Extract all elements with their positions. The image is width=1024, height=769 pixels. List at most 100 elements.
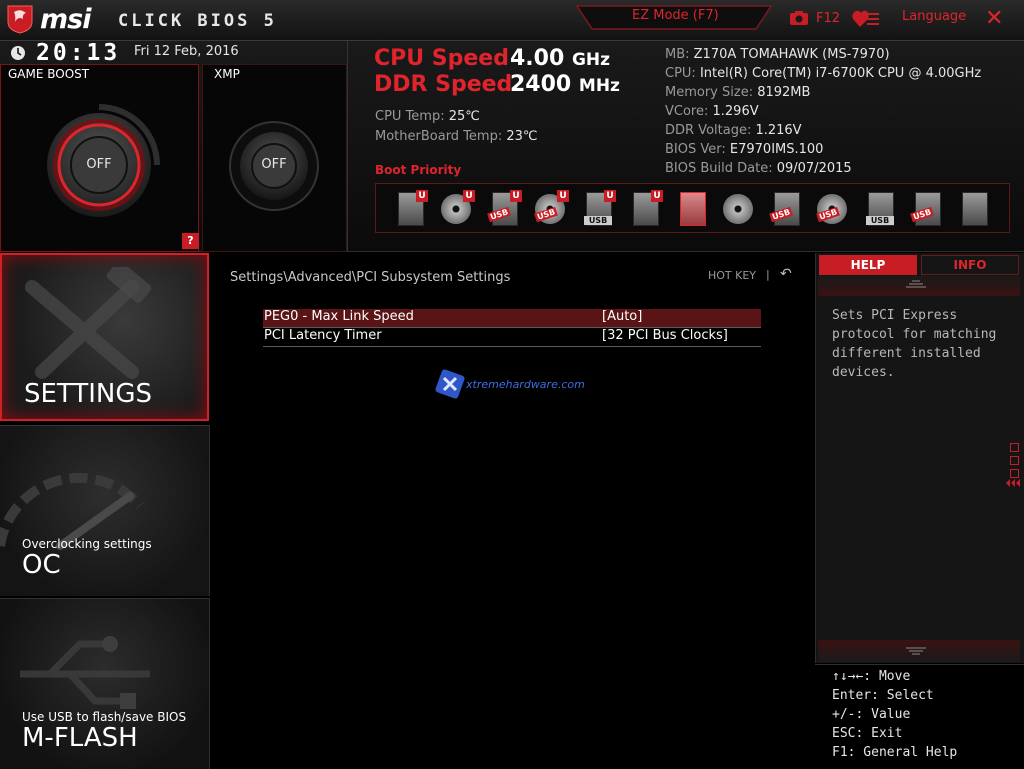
floppy-icon[interactable]: U [625,188,665,228]
cpu-info-value: Intel(R) Core(TM) i7-6700K CPU @ 4.00GHz [699,66,982,81]
setting-row-pci-latency-timer[interactable]: PCI Latency Timer [32 PCI Bus Clocks] [263,328,761,347]
favorites-heart-icon[interactable] [852,9,880,29]
camera-icon[interactable] [789,10,809,26]
cpu-info-label: CPU: [665,66,700,81]
setting-name: PCI Latency Timer [264,328,382,343]
key-legend-value: +/-: Value [832,707,911,722]
close-icon[interactable]: ✕ [985,6,1003,32]
hotkey-separator: | [766,268,770,281]
tab-info[interactable]: INFO [921,255,1019,275]
side-indicator[interactable] [1010,443,1019,452]
mb-temp-value: 23℃ [506,129,538,144]
menu-mflash[interactable]: Use USB to flash/save BIOS M-FLASH [0,598,210,769]
usb-tag: USB [866,216,894,225]
hdd-icon[interactable]: U [390,188,430,228]
screenshot-f12-button[interactable]: F12 [816,11,840,26]
optical-disc-icon[interactable]: U [437,188,477,228]
hotkey-button[interactable]: HOT KEY [708,269,756,282]
optical-disc-icon[interactable] [719,188,759,228]
menu-settings[interactable]: SETTINGS [0,253,209,421]
help-question-icon[interactable]: ? [182,233,199,249]
scroll-down-icon[interactable] [906,646,926,656]
cpu-temp: CPU Temp: 25℃ [375,109,480,124]
setting-value[interactable]: [32 PCI Bus Clocks] [602,328,728,343]
cpu-temp-label: CPU Temp: [375,109,449,124]
uefi-badge: U [463,190,475,202]
mb-info: MB: Z170A TOMAHAWK (MS-7970) [665,47,890,62]
back-arrow-icon[interactable]: ↶ [780,266,792,282]
clock-date: Fri 12 Feb, 2016 [134,44,239,59]
usb-key-icon[interactable]: USB [860,188,900,228]
vcore-info-value: 1.296V [712,104,759,119]
ddr-speed-unit: MHz [578,76,620,96]
scroll-up-icon[interactable] [906,279,926,289]
uefi-badge: U [416,190,428,202]
product-title: CLICK BIOS 5 [118,11,277,31]
mb-info-label: MB: [665,47,694,62]
key-legend-exit: ESC: Exit [832,726,903,741]
motherboard-temp: MotherBoard Temp: 23℃ [375,129,538,144]
uefi-badge: U [651,190,663,202]
setting-name: PEG0 - Max Link Speed [264,309,414,324]
key-legend-move: ↑↓→←: Move [832,669,911,684]
xmp-label: XMP [214,67,240,81]
divider [347,41,348,251]
ddr-voltage-info: DDR Voltage: 1.216V [665,123,802,138]
xmp-state: OFF [261,157,287,172]
usb-disc-icon[interactable]: USB [813,188,853,228]
cpu-speed-value: 4.00 GHz [510,46,610,71]
bios-date-label: BIOS Build Date: [665,161,777,176]
memory-info-value: 8192MB [757,85,811,100]
cpu-info: CPU: Intel(R) Core(TM) i7-6700K CPU @ 4.… [665,66,981,81]
wrench-hammer-icon [25,267,152,379]
cpu-speed-label: CPU Speed [374,46,509,71]
boot-device-body [680,192,706,226]
side-collapse-arrows-icon[interactable] [1006,479,1020,487]
breadcrumb: Settings\Advanced\PCI Subsystem Settings [230,270,511,285]
menu-mflash-subtitle: Use USB to flash/save BIOS [22,710,187,724]
usb-tag: USB [584,216,612,225]
network-icon[interactable] [954,188,994,228]
clock-time: 20:13 [36,40,121,66]
ddr-voltage-value: 1.216V [755,123,802,138]
game-boost-label: GAME BOOST [8,67,90,81]
boot-device-body [962,192,988,226]
tab-help[interactable]: HELP [819,255,917,275]
menu-oc-subtitle: Overclocking settings [22,537,152,551]
usb-hdd-icon[interactable]: U USB [484,188,524,228]
boot-device-body [723,194,753,224]
cpu-temp-value: 25℃ [448,109,480,124]
key-legend-select: Enter: Select [832,688,934,703]
menu-oc[interactable]: Overclocking settings OC [0,425,210,596]
bios-date-value: 09/07/2015 [776,161,852,176]
mb-temp-label: MotherBoard Temp: [375,129,507,144]
setting-value[interactable]: [Auto] [602,309,642,324]
ddr-speed-number: 2400 [510,72,572,97]
setting-row-peg0-max-link-speed[interactable]: PEG0 - Max Link Speed [Auto] [263,309,761,328]
usb-hdd-icon[interactable]: USB [766,188,806,228]
side-indicator[interactable] [1010,456,1019,465]
msi-dragon-shield-icon [7,5,33,34]
usb-disc-icon[interactable]: U USB [531,188,571,228]
cpu-speed-unit: GHz [571,50,611,70]
ddr-speed-value: 2400 MHz [510,72,620,97]
memory-info-label: Memory Size: [665,85,758,100]
side-indicator[interactable] [1010,469,1019,478]
menu-mflash-title: M-FLASH [22,723,138,753]
ddr-speed-label: DDR Speed [374,72,513,97]
mb-info-value: Z170A TOMAHAWK (MS-7970) [693,47,890,62]
usb-key-icon[interactable]: U USB [578,188,618,228]
usb-floppy-icon[interactable]: USB [907,188,947,228]
brand-logo: msi [40,4,91,35]
boot-priority-label: Boot Priority [375,163,462,177]
cpu-speed-number: 4.00 [510,46,565,71]
bios-version-value: E7970IMS.100 [729,142,824,157]
bios-version-label: BIOS Ver: [665,142,730,157]
key-legend-help: F1: General Help [832,745,958,760]
vcore-info: VCore: 1.296V [665,104,759,119]
ez-mode-button[interactable]: EZ Mode (F7) [632,8,719,23]
game-boost-state: OFF [86,157,112,172]
hdd-icon-highlighted[interactable] [672,188,712,228]
ddr-voltage-label: DDR Voltage: [665,123,756,138]
language-button[interactable]: Language [902,9,966,24]
